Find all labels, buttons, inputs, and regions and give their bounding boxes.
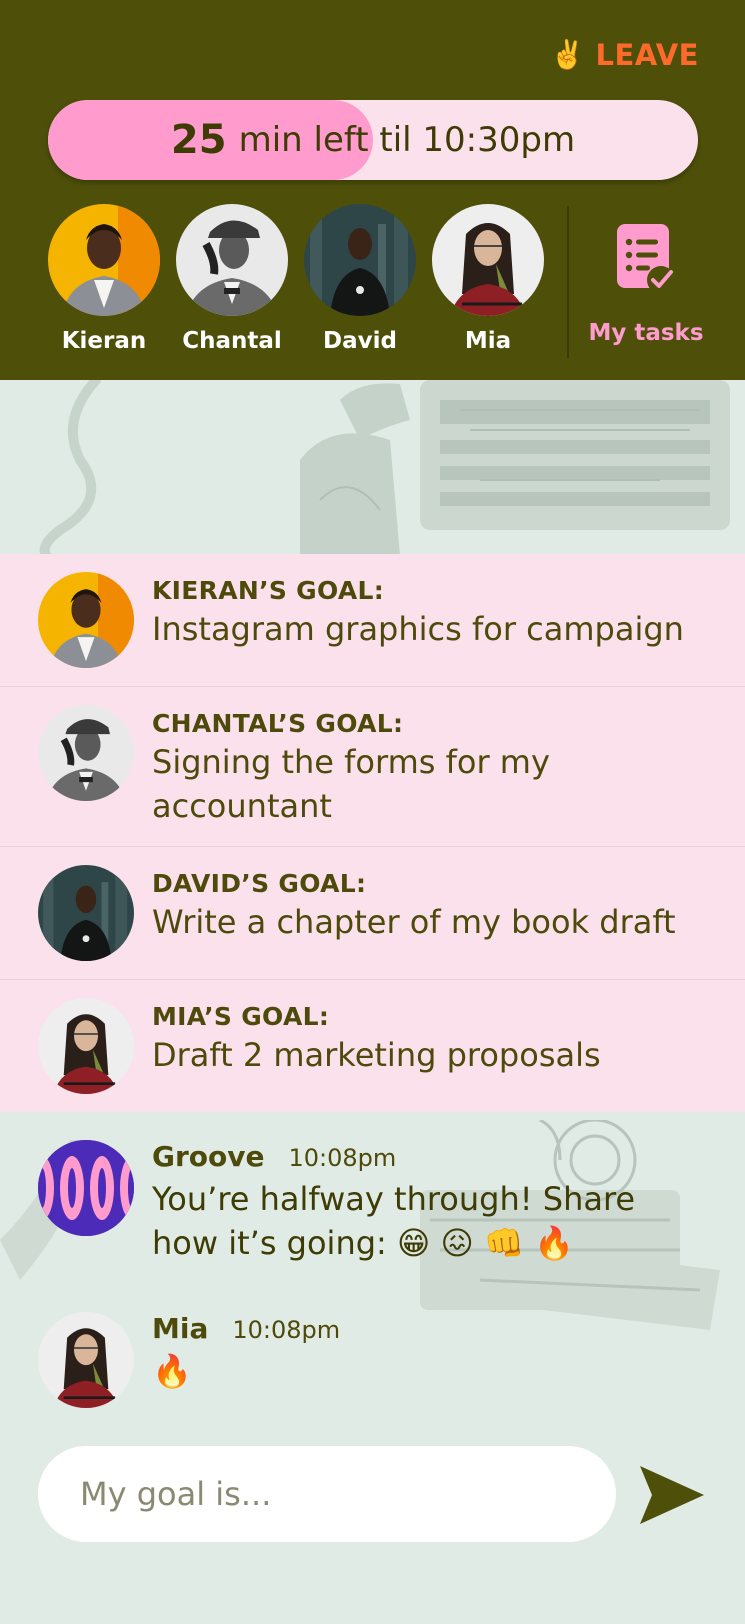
goals-list: KIERAN’S GOAL: Instagram graphics for ca…	[0, 554, 745, 1112]
message-author: Groove	[152, 1140, 265, 1173]
goal-owner-label: MIA’S GOAL:	[152, 1002, 330, 1031]
avatar	[38, 572, 134, 668]
chat-message-mia: Mia 10:08pm 🔥	[38, 1312, 718, 1408]
goal-item-chantal[interactable]: CHANTAL’S GOAL: Signing the forms for my…	[0, 687, 745, 847]
message-time: 10:08pm	[288, 1144, 397, 1172]
member-name: Chantal	[182, 328, 282, 354]
goal-owner-label: DAVID’S GOAL:	[152, 869, 367, 898]
goal-item-kieran[interactable]: KIERAN’S GOAL: Instagram graphics for ca…	[0, 554, 745, 687]
member-kieran[interactable]: Kieran	[48, 204, 160, 354]
member-name: David	[323, 328, 397, 354]
avatar	[304, 204, 416, 316]
avatar	[176, 204, 288, 316]
typewriter-illustration	[39, 380, 730, 555]
goal-input[interactable]	[38, 1446, 616, 1542]
message-time: 10:08pm	[232, 1316, 341, 1344]
timer-minutes: 25	[170, 117, 227, 163]
leave-button[interactable]: ✌️ LEAVE	[550, 38, 699, 72]
session-timer: 25 min left til 10:30pm	[48, 100, 698, 180]
member-name: Mia	[464, 328, 512, 354]
leave-label: LEAVE	[595, 38, 699, 72]
avatar	[38, 1312, 134, 1408]
avatar	[38, 998, 134, 1094]
timer-remaining-label: min left til 10:30pm	[238, 120, 576, 160]
avatar	[48, 204, 160, 316]
goal-text: Draft 2 marketing proposals	[152, 1036, 601, 1074]
my-tasks-button[interactable]: My tasks	[586, 222, 706, 346]
avatar	[38, 705, 134, 801]
header-divider	[567, 206, 569, 358]
task-list-icon	[615, 222, 677, 298]
chat-message-groove: Groove 10:08pm You’re halfway through! S…	[38, 1140, 718, 1265]
goal-owner-label: CHANTAL’S GOAL:	[152, 709, 404, 738]
goal-item-david[interactable]: DAVID’S GOAL: Write a chapter of my book…	[0, 847, 745, 980]
goal-input-container	[38, 1446, 616, 1542]
members-row: Kieran Chantal David Mia	[48, 204, 544, 354]
goal-owner-label: KIERAN’S GOAL:	[152, 576, 385, 605]
message-body: 🔥	[152, 1352, 192, 1390]
avatar	[38, 865, 134, 961]
victory-hand-icon: ✌️	[550, 38, 586, 71]
message-body: You’re halfway through! Share how it’s g…	[152, 1180, 636, 1262]
my-tasks-label: My tasks	[588, 320, 704, 346]
session-header: ✌️ LEAVE 25 min left til 10:30pm Kieran	[0, 0, 745, 380]
send-icon	[638, 1466, 706, 1530]
send-button[interactable]	[638, 1464, 706, 1526]
message-author: Mia	[152, 1312, 209, 1345]
goal-item-mia[interactable]: MIA’S GOAL: Draft 2 marketing proposals	[0, 980, 745, 1112]
timer-text: 25 min left til 10:30pm	[48, 100, 698, 180]
member-david[interactable]: David	[304, 204, 416, 354]
groove-logo-icon	[38, 1140, 134, 1236]
member-chantal[interactable]: Chantal	[176, 204, 288, 354]
member-mia[interactable]: Mia	[432, 204, 544, 354]
goal-text: Instagram graphics for campaign	[152, 610, 684, 648]
member-name: Kieran	[61, 328, 147, 354]
goal-text: Write a chapter of my book draft	[152, 903, 676, 941]
goal-text: Signing the forms for my accountant	[152, 743, 550, 825]
avatar	[432, 204, 544, 316]
